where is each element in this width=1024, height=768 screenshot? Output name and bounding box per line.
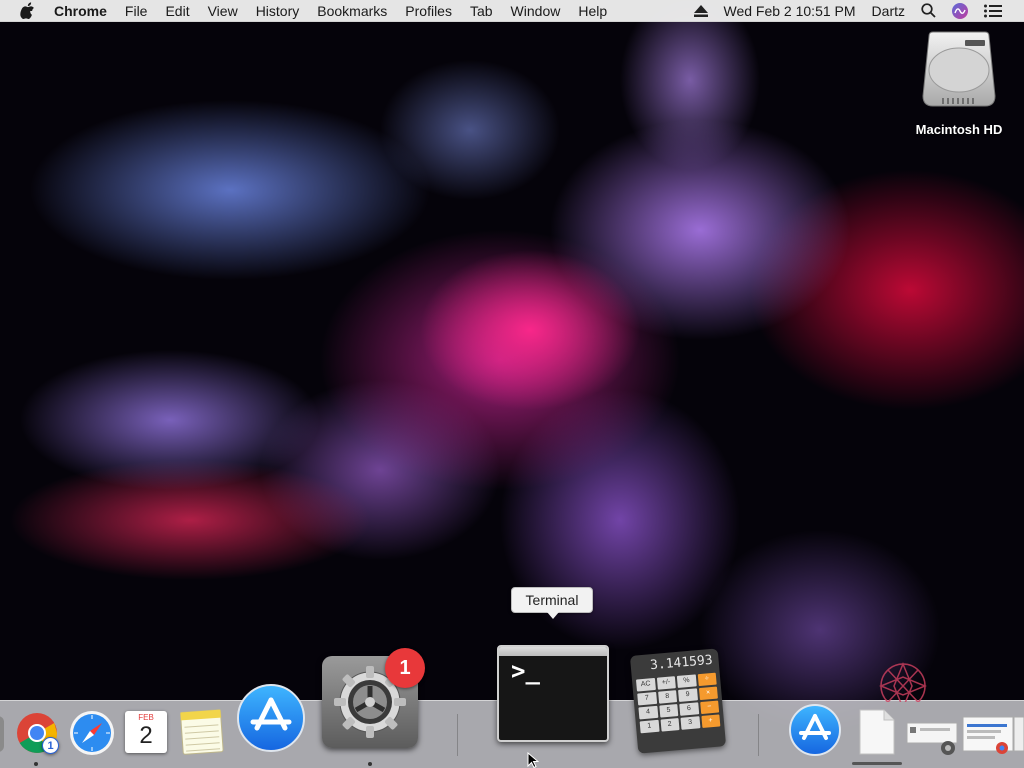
app-store-icon	[237, 684, 305, 756]
window-thumbnail-icon	[906, 722, 958, 760]
calculator-key: −	[699, 700, 720, 715]
dock-item-notes[interactable]	[179, 709, 224, 761]
menu-user-name[interactable]: Dartz	[872, 3, 905, 19]
system-preferences-badge: 1	[385, 648, 425, 688]
terminal-icon: >_	[511, 657, 540, 685]
menu-profiles[interactable]: Profiles	[405, 3, 452, 19]
desktop-icon-macintosh-hd[interactable]: Macintosh HD	[906, 30, 1012, 137]
menu-help[interactable]: Help	[578, 3, 607, 19]
notes-icon	[180, 709, 225, 760]
calculator-key: ×	[698, 686, 718, 701]
dock-item-document[interactable]	[858, 708, 896, 761]
calculator-key: %	[676, 674, 697, 688]
dock-item-partial-app[interactable]	[862, 656, 944, 710]
safari-compass-icon	[69, 711, 115, 760]
menu-bookmarks[interactable]: Bookmarks	[317, 3, 387, 19]
flower-pattern-icon	[862, 662, 944, 710]
dock-item-terminal[interactable]: >_	[497, 645, 609, 742]
menu-bar: Chrome File Edit View History Bookmarks …	[0, 0, 1024, 22]
mouse-cursor	[527, 751, 540, 768]
dock-item-minimized-window-2[interactable]	[962, 716, 1024, 761]
dock-separator	[758, 714, 759, 756]
menu-app-name[interactable]: Chrome	[54, 3, 107, 19]
dock-separator	[457, 714, 458, 756]
calendar-day: 2	[139, 722, 153, 749]
dock-item-safari[interactable]	[69, 710, 115, 761]
dock-item-offscreen-left[interactable]	[0, 716, 6, 757]
notification-center-icon[interactable]	[984, 4, 1002, 18]
running-indicator-system-preferences	[368, 762, 372, 766]
window-thumbnail-icon	[962, 716, 1024, 760]
calculator-key: +	[700, 714, 721, 729]
menu-history[interactable]: History	[256, 3, 300, 19]
menu-view[interactable]: View	[208, 3, 238, 19]
dock-item-calendar[interactable]: FEB 2	[125, 711, 167, 753]
chrome-download-badge: 1	[42, 737, 59, 754]
siri-icon[interactable]	[952, 2, 968, 19]
document-icon	[858, 709, 896, 760]
calculator-key: 4	[638, 705, 658, 720]
hard-drive-icon	[921, 30, 997, 110]
eject-icon[interactable]	[693, 4, 708, 17]
menu-file[interactable]: File	[125, 3, 148, 19]
running-indicator-chrome	[34, 762, 38, 766]
dock-item-calculator[interactable]: 3.141593 AC +/- % ÷ 7 8 9 × 4 5 6 − 1 2 …	[629, 648, 727, 754]
calculator-key: 7	[637, 691, 657, 706]
dock-item-app-store-downloads[interactable]	[789, 704, 841, 761]
dock-item-minimized-window-1[interactable]	[906, 722, 958, 761]
calculator-key: 5	[658, 704, 679, 718]
calculator-key: 9	[678, 688, 698, 702]
menu-bar-status-area: Wed Feb 2 10:51 PM Dartz	[693, 2, 1024, 19]
menu-tab[interactable]: Tab	[470, 3, 493, 19]
menu-clock[interactable]: Wed Feb 2 10:51 PM	[724, 3, 856, 19]
calculator-key: ÷	[697, 672, 717, 687]
calculator-keypad: AC +/- % ÷ 7 8 9 × 4 5 6 − 1 2 3 +	[632, 670, 725, 735]
menu-window[interactable]: Window	[511, 3, 561, 19]
calculator-key: 3	[680, 716, 700, 730]
terminal-titlebar	[499, 647, 607, 656]
spotlight-search-icon[interactable]	[921, 3, 936, 18]
dock-scroll-indicator	[852, 762, 902, 765]
menu-edit[interactable]: Edit	[165, 3, 189, 19]
calculator-key: 8	[657, 690, 678, 704]
calculator-key: 1	[639, 719, 660, 734]
calculator-key: 6	[679, 702, 699, 716]
calculator-key: AC	[635, 677, 656, 692]
calculator-key: +/-	[656, 676, 676, 690]
apple-menu-icon[interactable]	[20, 2, 36, 20]
dock-item-app-store[interactable]	[237, 684, 305, 757]
desktop-icon-label: Macintosh HD	[915, 122, 1003, 137]
dock-tooltip: Terminal	[511, 587, 593, 619]
app-store-icon	[789, 704, 841, 760]
calculator-key: 2	[660, 718, 680, 732]
